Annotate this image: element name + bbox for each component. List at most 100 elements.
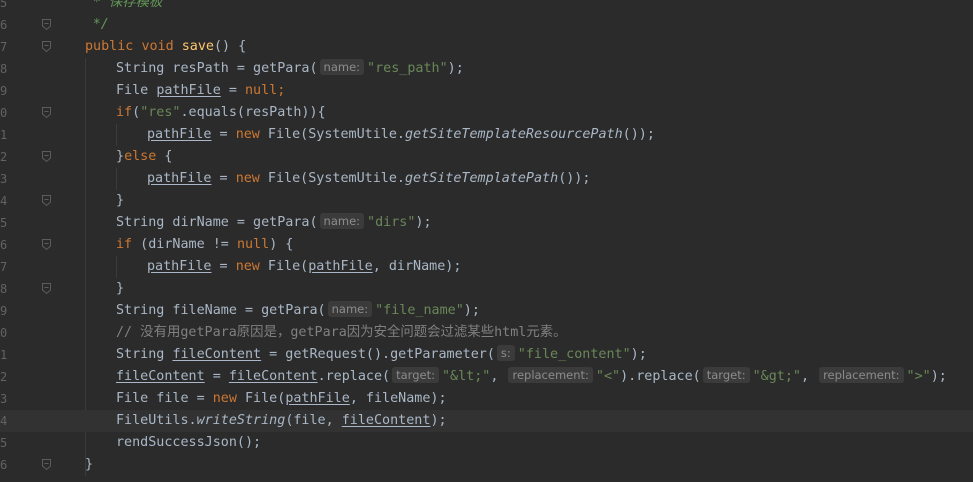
code-token: */ (92, 17, 109, 32)
code-token: ); (415, 215, 432, 230)
code-token: null (245, 83, 278, 98)
code-line[interactable]: 6} (0, 454, 973, 476)
code-token: String fileName = getPara( (116, 303, 326, 318)
line-number: 5 (0, 216, 8, 230)
code-token: void (141, 39, 174, 54)
code-text: String fileContent = getRequest().getPar… (116, 344, 647, 366)
code-line[interactable]: 4 FileUtils.writeString(file, fileContent… (0, 410, 973, 432)
line-number: 4 (0, 194, 8, 208)
code-token: File (116, 83, 157, 98)
parameter-hint: name: (327, 301, 373, 317)
code-token: getSiteTemplatePath (405, 171, 559, 186)
code-line[interactable]: 0 if("res".equals(resPath)){ (0, 102, 973, 124)
code-line[interactable]: 9 String fileName = getPara(name: "file_na… (0, 300, 973, 322)
code-token: ); (447, 61, 464, 76)
code-line[interactable]: 4} (0, 190, 973, 212)
code-token: } (116, 193, 125, 208)
code-text: */ (93, 14, 109, 36)
code-token: File file = (116, 391, 213, 406)
code-text: String fileName = getPara(name: "file_nam… (116, 300, 480, 322)
line-number: 9 (0, 84, 8, 98)
code-token: { (156, 149, 173, 164)
code-token: ) { (269, 237, 294, 252)
code-line[interactable]: 5 * 保存模板 (0, 0, 973, 14)
code-token: .equals(resPath)){ (180, 105, 326, 120)
code-line[interactable]: 0 // 没有用getPara原因是，getPara因为安全问题会过滤某些html… (0, 322, 973, 344)
code-token: File( (236, 391, 286, 406)
code-text: public void save() { (85, 36, 246, 58)
code-line[interactable]: 1 pathFile = new File(SystemUtile.getSite… (0, 124, 973, 146)
line-number: 1 (0, 348, 8, 362)
parameter-hint: target: (392, 367, 439, 383)
code-text: pathFile = new File(SystemUtile.getSiteT… (147, 124, 655, 146)
code-line[interactable]: 1 String fileContent = getRequest().getPa… (0, 344, 973, 366)
code-text: rendSuccessJson(); (116, 432, 261, 454)
code-token: , fileName); (349, 391, 447, 406)
code-line[interactable]: 2 fileContent = fileContent.replace(targe… (0, 366, 973, 388)
line-number: 0 (0, 326, 8, 340)
code-text: File file = new File(pathFile, fileName)… (116, 388, 447, 410)
code-token: = (211, 171, 236, 186)
code-line[interactable]: 8} (0, 278, 973, 300)
code-line[interactable]: 2}else { (0, 146, 973, 168)
code-token: save (181, 39, 214, 54)
line-number: 8 (0, 62, 8, 76)
parameter-hint: s: (496, 345, 515, 361)
code-token: * 保存模板 (92, 0, 163, 10)
code-line[interactable]: 3 pathFile = new File(SystemUtile.getSite… (0, 168, 973, 190)
fold-marker-icon[interactable] (42, 283, 51, 294)
fold-marker-icon[interactable] (42, 239, 51, 250)
code-line[interactable]: 6 if (dirName != null) { (0, 234, 973, 256)
line-number: 8 (0, 282, 8, 296)
code-token: , dirName); (372, 259, 462, 274)
code-token: null (236, 237, 270, 252)
code-text: pathFile = new File(SystemUtile.getSiteT… (147, 168, 590, 190)
code-token: "res_path" (367, 61, 448, 76)
code-line[interactable]: 6 */ (0, 14, 973, 36)
code-token: "dirs" (367, 215, 416, 230)
code-token: pathFile (147, 171, 212, 186)
code-token: , (800, 369, 818, 384)
fold-marker-icon[interactable] (42, 41, 51, 52)
code-token: "file_name" (375, 303, 464, 318)
code-token: ">" (906, 369, 931, 384)
line-number: 6 (0, 458, 8, 472)
code-token: pathFile (147, 127, 212, 142)
code-line[interactable]: 5 rendSuccessJson(); (0, 432, 973, 454)
parameter-hint: replacement: (819, 367, 904, 383)
code-token: "res" (140, 105, 181, 120)
code-text: } (85, 454, 93, 476)
code-token: if (116, 105, 133, 120)
code-token: ).replace( (620, 369, 701, 384)
code-text: String dirName = getPara(name: "dirs"); (116, 212, 432, 234)
fold-marker-icon[interactable] (42, 195, 51, 206)
fold-marker-icon[interactable] (42, 19, 51, 30)
parameter-hint: target: (702, 367, 750, 383)
code-editor[interactable]: 5 * 保存模板 6 */7 public void save() {8 String r… (0, 0, 973, 482)
code-token: fileContent (172, 347, 262, 362)
code-line[interactable]: 9 File pathFile = null; (0, 80, 973, 102)
code-token: = getRequest().getParameter( (261, 347, 495, 362)
parameter-hint: replacement: (508, 367, 593, 383)
code-line[interactable]: 7 pathFile = new File(pathFile, dirName); (0, 256, 973, 278)
line-number: 5 (0, 436, 8, 450)
fold-marker-icon[interactable] (42, 151, 51, 162)
code-token: pathFile (308, 259, 373, 274)
fold-marker-icon[interactable] (42, 459, 51, 470)
code-token: String dirName = getPara( (116, 215, 318, 230)
code-token: ( (132, 105, 141, 120)
code-token: ()); (622, 127, 655, 142)
code-token: , (490, 369, 507, 384)
code-line[interactable]: 5 String dirName = getPara(name: "dirs"); (0, 212, 973, 234)
code-token: FileUtils. (116, 413, 197, 428)
code-token: (dirName != (132, 237, 237, 252)
code-line[interactable]: 7 public void save() { (0, 36, 973, 58)
code-line[interactable]: 8 String resPath = getPara(name: "res_path… (0, 58, 973, 80)
code-text: String resPath = getPara(name: "res_path"… (116, 58, 464, 80)
code-line[interactable]: 3 File file = new File(pathFile, fileName… (0, 388, 973, 410)
line-number: 1 (0, 128, 8, 142)
parameter-hint: name: (319, 59, 365, 75)
code-text: File pathFile = null; (116, 80, 285, 102)
line-number: 7 (0, 40, 8, 54)
fold-marker-icon[interactable] (42, 107, 51, 118)
